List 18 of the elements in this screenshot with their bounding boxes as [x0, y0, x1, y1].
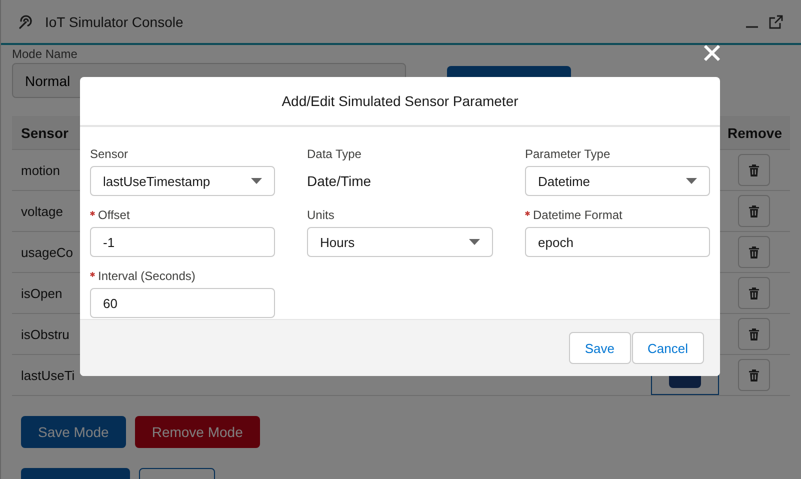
field-label: Mode Name [12, 47, 78, 61]
field-label: Units [307, 208, 334, 222]
field-label: Datetime Format [533, 208, 622, 222]
table-cell: voltage [21, 204, 63, 218]
table-cell: usageCo [21, 244, 74, 260]
field-label: Parameter Type [525, 147, 610, 161]
table-cell: motion [21, 162, 60, 178]
field-label: Sensor [90, 147, 128, 161]
field-label: Offset [98, 208, 130, 222]
column-header: Remove [728, 124, 782, 140]
field-value: Date/Time [307, 172, 372, 191]
field-label: Interval (Seconds) [98, 269, 196, 283]
table-cell: isObstru [21, 326, 70, 342]
window-title: IoT Simulator Console [45, 14, 184, 30]
field-label: Data Type [307, 147, 362, 161]
column-header: Sensor [21, 124, 68, 140]
table-cell: isOpen [21, 286, 62, 300]
table-cell: lastUseTi [21, 368, 75, 382]
